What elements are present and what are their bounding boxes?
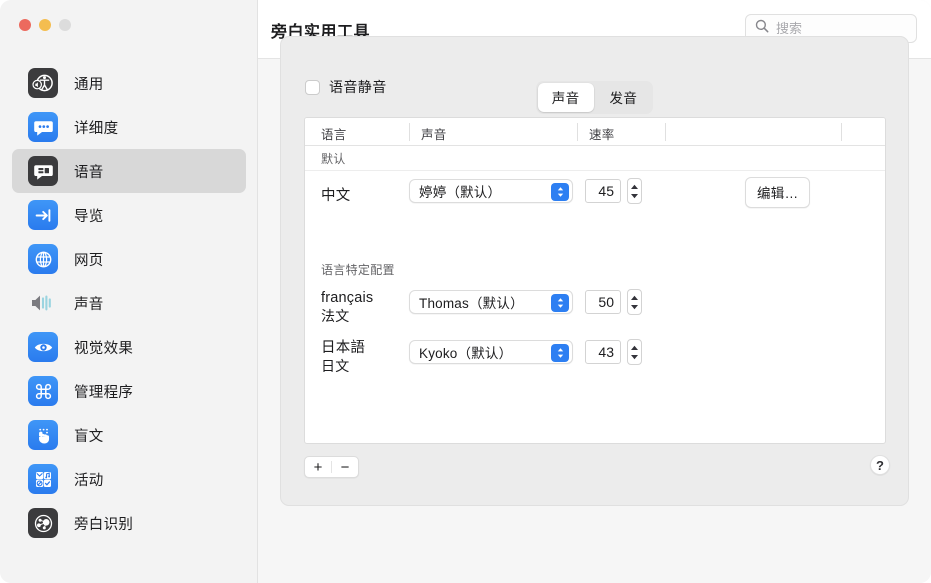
close-button[interactable]	[19, 19, 31, 31]
sidebar-item-visuals[interactable]: 视觉效果	[12, 325, 246, 369]
sidebar-item-label: 盲文	[74, 428, 104, 445]
help-button[interactable]: ?	[870, 455, 890, 475]
sidebar-item-activities[interactable]: 活动	[12, 457, 246, 501]
voice-popup-button[interactable]: Thomas（默认）	[409, 290, 573, 314]
speech-bubble-icon	[28, 112, 58, 142]
rate-stepper[interactable]	[627, 339, 642, 365]
voice-value: Thomas（默认）	[419, 296, 524, 311]
stepper-up-icon	[631, 184, 638, 189]
arrow-into-bar-icon	[28, 200, 58, 230]
stepper-up-icon	[631, 345, 638, 350]
column-header-voice[interactable]: 声音	[421, 124, 447, 143]
window-controls	[19, 19, 71, 31]
zoom-button[interactable]	[59, 19, 71, 31]
remove-button[interactable]: −	[332, 457, 358, 477]
sidebar: 通用 详细度 语音 导览 网页 声音 视觉效果 管理程序 盲文 活动 旁白识别	[0, 0, 258, 583]
activities-grid-icon	[28, 464, 58, 494]
sidebar-item-sound[interactable]: 声音	[12, 281, 246, 325]
tab-bar: 声音 发音	[258, 81, 931, 114]
language-name-local: 法文	[321, 308, 350, 324]
sidebar-item-label: 声音	[74, 296, 104, 313]
sidebar-item-label: 详细度	[74, 120, 119, 137]
table-row[interactable]: 中文 婷婷（默认） 45 编辑…	[305, 171, 885, 221]
add-remove-segmented-control: + −	[304, 456, 359, 478]
sidebar-item-commanders[interactable]: 管理程序	[12, 369, 246, 413]
rate-value: 43	[598, 344, 614, 360]
voice-popup-button[interactable]: Kyoko（默认）	[409, 340, 573, 364]
group-label: 默认	[321, 151, 346, 166]
sidebar-item-braille[interactable]: 盲文	[12, 413, 246, 457]
command-key-icon	[28, 376, 58, 406]
recognition-icon	[28, 508, 58, 538]
sidebar-item-label: 视觉效果	[74, 340, 134, 357]
speech-panel-icon	[28, 156, 58, 186]
table-row[interactable]: français 法文 Thomas（默认） 50	[305, 282, 885, 332]
sidebar-item-speech[interactable]: 语音	[12, 149, 246, 193]
globe-icon	[28, 244, 58, 274]
chevron-updown-icon	[551, 183, 569, 201]
sidebar-item-recognition[interactable]: 旁白识别	[12, 501, 246, 545]
accessibility-icon	[28, 68, 58, 98]
stepper-down-icon	[631, 354, 638, 359]
table-row[interactable]: 日本語 日文 Kyoko（默认） 43	[305, 332, 885, 382]
table-header: 语言 声音 速率	[305, 118, 885, 146]
sidebar-item-label: 导览	[74, 208, 104, 225]
search-input[interactable]	[776, 21, 901, 36]
cell-language: 中文	[321, 171, 350, 221]
rate-field[interactable]: 43	[585, 340, 621, 364]
language-name: 中文	[321, 188, 351, 204]
tab-voice[interactable]: 声音	[537, 83, 594, 112]
voice-popup-button[interactable]: 婷婷（默认）	[409, 179, 573, 203]
voices-table: 语言 声音 速率 默认 中文 婷婷（默认） 45 编辑… 语言特定配置 fran…	[304, 117, 886, 444]
content-area: 旁白实用工具 声音 发音 语音静音	[258, 0, 931, 583]
rate-stepper[interactable]	[627, 289, 642, 315]
rate-value: 45	[598, 183, 614, 199]
sidebar-item-web[interactable]: 网页	[12, 237, 246, 281]
edit-button[interactable]: 编辑…	[745, 177, 811, 208]
chevron-updown-icon	[551, 294, 569, 312]
table-group-header: 语言特定配置	[305, 257, 885, 282]
sidebar-item-label: 活动	[74, 472, 104, 489]
chevron-updown-icon	[551, 344, 569, 362]
row-spacer	[305, 221, 885, 257]
column-header-language[interactable]: 语言	[321, 124, 347, 143]
sidebar-item-label: 语音	[74, 164, 104, 181]
language-name: 日本語	[321, 340, 366, 356]
voiceover-utility-window: 通用 详细度 语音 导览 网页 声音 视觉效果 管理程序 盲文 活动 旁白识别 …	[0, 0, 931, 583]
voice-value: 婷婷（默认）	[419, 185, 502, 200]
rate-value: 50	[598, 294, 614, 310]
tab-pronunciation[interactable]: 发音	[596, 83, 652, 112]
sidebar-item-label: 旁白识别	[74, 516, 134, 533]
table-group-header: 默认	[305, 146, 885, 171]
group-label: 语言特定配置	[321, 263, 395, 277]
sidebar-list: 通用 详细度 语音 导览 网页 声音 视觉效果 管理程序 盲文 活动 旁白识别	[0, 61, 258, 545]
stepper-down-icon	[631, 193, 638, 198]
minimize-button[interactable]	[39, 19, 51, 31]
eye-icon	[28, 332, 58, 362]
speaker-waves-icon	[28, 288, 58, 318]
braille-hand-icon	[28, 420, 58, 450]
column-header-rate[interactable]: 速率	[589, 124, 615, 143]
language-name-local: 日文	[321, 358, 350, 374]
add-button[interactable]: +	[305, 457, 331, 477]
rate-stepper[interactable]	[627, 178, 642, 204]
sidebar-item-label: 网页	[74, 252, 104, 269]
sidebar-item-label: 通用	[74, 76, 104, 93]
sidebar-item-general[interactable]: 通用	[12, 61, 246, 105]
cell-language: français 法文	[321, 282, 373, 332]
voice-value: Kyoko（默认）	[419, 346, 513, 361]
sidebar-item-label: 管理程序	[74, 384, 134, 401]
tab-group: 声音 发音	[535, 81, 654, 114]
stepper-up-icon	[631, 295, 638, 300]
rate-field[interactable]: 50	[585, 290, 621, 314]
language-name: français	[321, 290, 374, 306]
cell-language: 日本語 日文	[321, 332, 365, 382]
rate-field[interactable]: 45	[585, 179, 621, 203]
stepper-down-icon	[631, 304, 638, 309]
sidebar-item-navigation[interactable]: 导览	[12, 193, 246, 237]
sidebar-item-verbosity[interactable]: 详细度	[12, 105, 246, 149]
